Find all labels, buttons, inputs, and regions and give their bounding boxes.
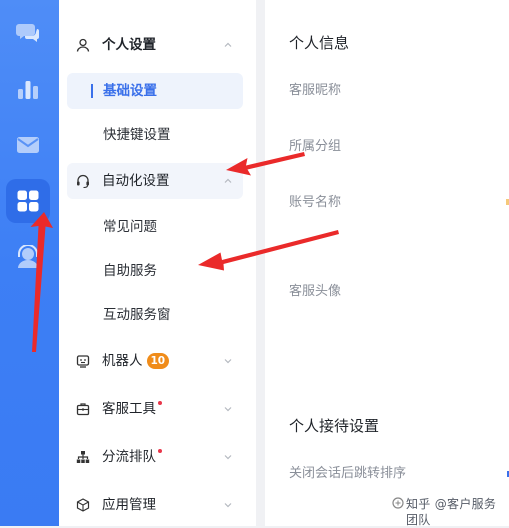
robot-icon	[76, 355, 90, 368]
menu-item-basic-settings[interactable]: 基础设置	[67, 73, 243, 109]
close-session-field-label: 关闭会话后跳转排序	[289, 466, 407, 481]
menu-group-automation-settings[interactable]: 自动化设置	[67, 163, 243, 199]
icon-rail	[0, 0, 59, 526]
agent-headset-icon	[18, 245, 38, 268]
nickname-field-label: 客服昵称	[289, 83, 342, 98]
org-chart-icon	[76, 451, 90, 463]
group-field-label: 所属分组	[289, 139, 342, 154]
toolbox-icon	[76, 403, 90, 416]
watermark: 知乎 @客户服务团队	[390, 488, 502, 527]
menu-item-label: 基础设置	[103, 83, 157, 99]
selection-indicator	[91, 84, 93, 98]
menu-group-label: 机器人 10	[102, 352, 170, 370]
menu-group-routing-queue[interactable]: 分流排队	[67, 439, 243, 475]
settings-content-panel: 个人信息 客服昵称 所属分组 账号名称 客服头像 个人接待设置 关闭会话后跳转排…	[265, 0, 509, 526]
menu-item-label: 快捷键设置	[103, 127, 171, 143]
menu-item-label: 互动服务窗	[103, 307, 171, 323]
notification-dot	[158, 449, 162, 453]
rail-chat-button[interactable]	[6, 11, 50, 55]
chat-bubbles-icon	[16, 24, 39, 42]
rail-agent-button[interactable]	[6, 235, 50, 279]
headset-icon	[77, 174, 89, 188]
mail-icon	[17, 137, 39, 153]
rail-apps-button[interactable]	[6, 179, 50, 223]
chevron-down-icon	[224, 455, 232, 460]
rail-mail-button[interactable]	[6, 123, 50, 167]
user-icon	[76, 38, 90, 52]
personal-info-title: 个人信息	[289, 34, 350, 52]
menu-group-label: 个人设置	[102, 37, 156, 53]
cube-icon	[76, 498, 90, 512]
menu-item-faq[interactable]: 常见问题	[67, 209, 243, 245]
menu-group-app-management[interactable]: 应用管理	[67, 487, 243, 523]
chevron-down-icon	[224, 407, 232, 412]
menu-group-robot[interactable]: 机器人 10	[67, 343, 243, 379]
bar-chart-icon	[18, 81, 38, 99]
menu-item-label: 常见问题	[103, 219, 157, 235]
robot-label: 机器人	[102, 353, 143, 369]
reception-settings-title: 个人接待设置	[289, 417, 380, 435]
service-tools-label: 客服工具	[102, 401, 156, 417]
watermark-text: 知乎 @客户服务团队	[406, 497, 497, 527]
chevron-up-icon	[224, 42, 232, 47]
menu-group-personal-settings[interactable]: 个人设置	[67, 27, 243, 63]
menu-item-self-service[interactable]: 自助服务	[67, 253, 243, 289]
rail-analytics-button[interactable]	[6, 67, 50, 111]
watermark-logo-icon	[392, 497, 404, 509]
menu-item-shortcut-settings[interactable]: 快捷键设置	[67, 117, 243, 153]
chevron-down-icon	[224, 503, 232, 508]
menu-item-interactive-window[interactable]: 互动服务窗	[67, 297, 243, 333]
apps-grid-icon	[17, 190, 39, 212]
robot-count-badge: 10	[146, 353, 170, 369]
menu-group-label: 应用管理	[102, 497, 156, 513]
menu-group-label: 分流排队	[102, 448, 162, 466]
account-field-label: 账号名称	[289, 195, 342, 210]
menu-item-label: 自助服务	[103, 263, 157, 279]
avatar-field-label: 客服头像	[289, 284, 342, 299]
menu-group-service-tools[interactable]: 客服工具	[67, 391, 243, 427]
notification-dot	[158, 401, 162, 405]
settings-sidebar: 个人设置 基础设置 快捷键设置 自动化设置 常见问题 自助服务 互动服务窗 机器…	[59, 0, 256, 526]
menu-group-label: 自动化设置	[102, 173, 170, 189]
chevron-up-icon	[224, 178, 232, 183]
chevron-down-icon	[224, 359, 232, 364]
menu-group-label: 客服工具	[102, 400, 162, 418]
routing-queue-label: 分流排队	[102, 449, 156, 465]
